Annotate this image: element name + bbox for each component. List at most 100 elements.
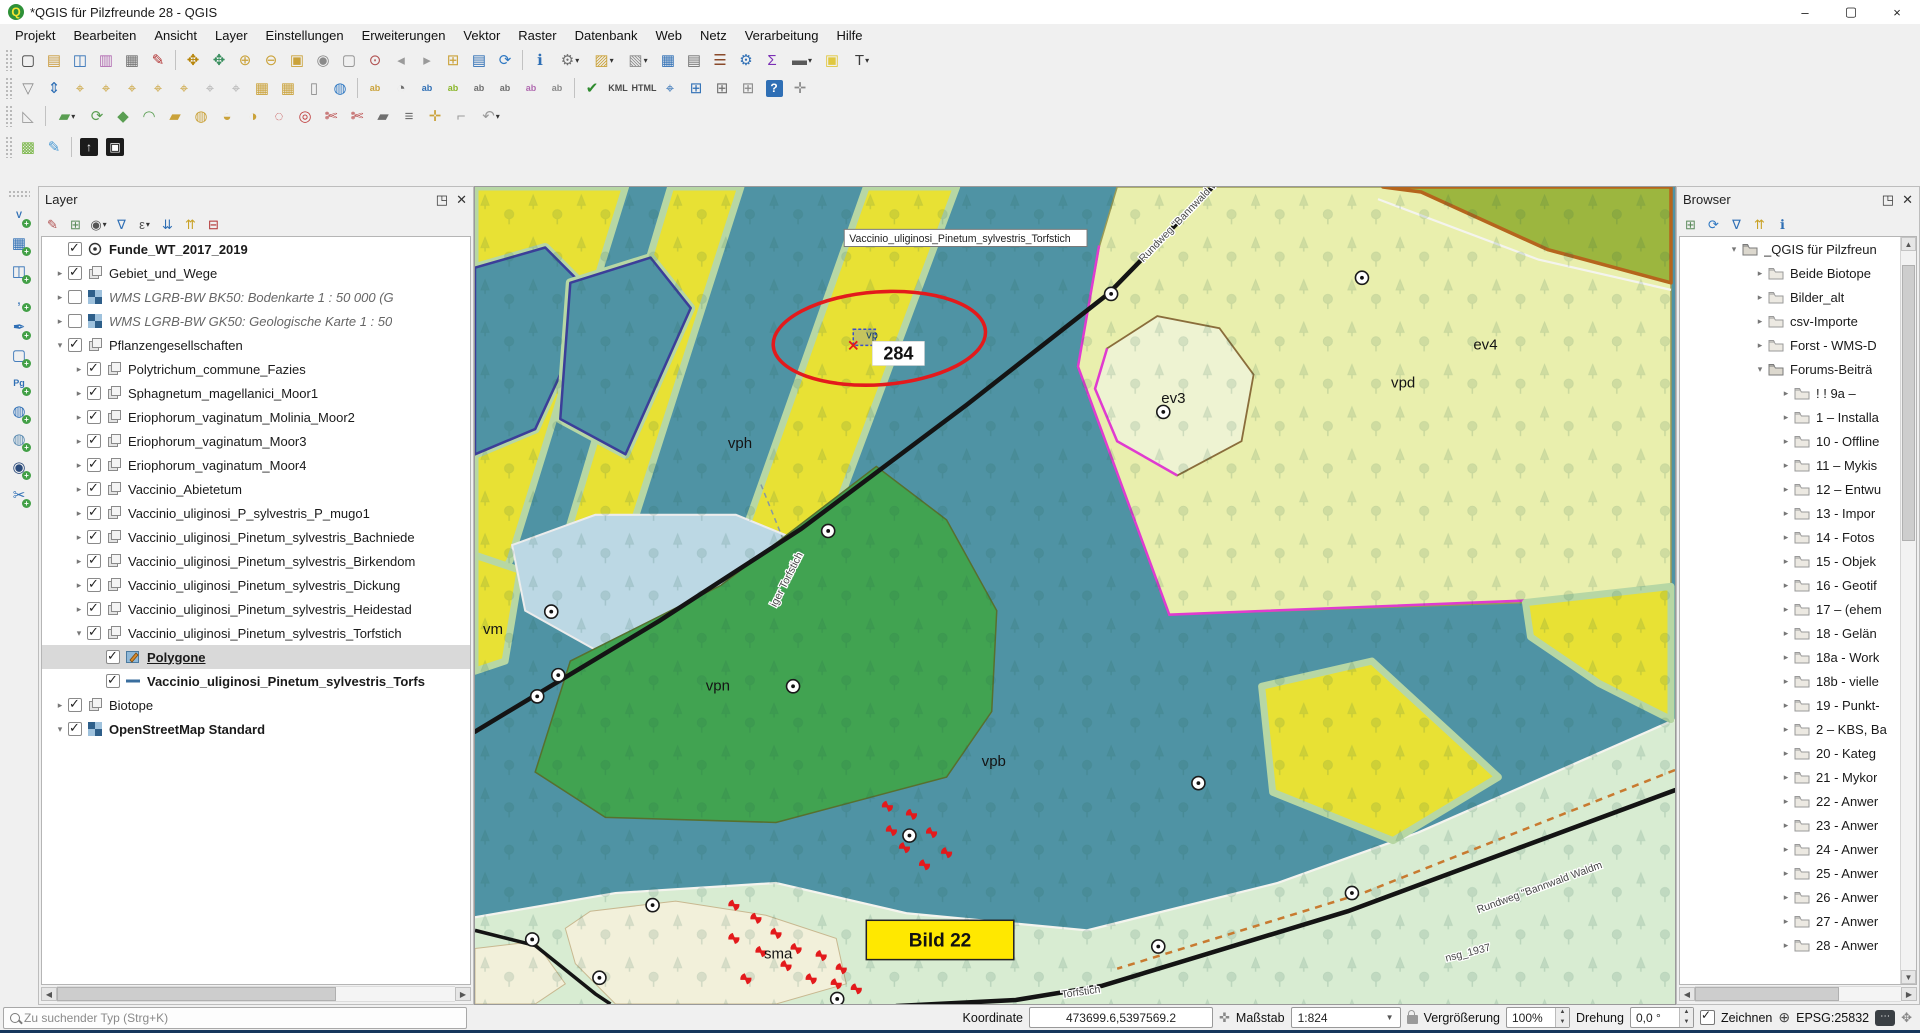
- close-panel-button[interactable]: ✕: [456, 193, 467, 206]
- layer-visibility-checkbox[interactable]: [87, 360, 101, 376]
- add-group-button[interactable]: ⊞: [65, 214, 86, 235]
- expander-icon[interactable]: ▸: [71, 436, 87, 447]
- tile-tool-a-button[interactable]: ▦: [250, 76, 274, 100]
- trim-extend-button[interactable]: ⌐: [449, 104, 473, 128]
- processing-toolbox-button[interactable]: ⚙: [734, 48, 758, 72]
- measure-button[interactable]: ▬ ▾: [786, 48, 818, 72]
- text-annotation-button[interactable]: T ▾: [846, 48, 878, 72]
- split-features-button[interactable]: ✄: [319, 104, 343, 128]
- layer-visibility-checkbox[interactable]: [87, 600, 101, 616]
- capture-coordinates-button[interactable]: ⌖: [658, 76, 682, 100]
- maximize-button[interactable]: ▢: [1828, 0, 1874, 24]
- open-attribute-table-button[interactable]: ▦: [656, 48, 680, 72]
- expander-icon[interactable]: ▸: [71, 412, 87, 423]
- layer-item-sphagnetum-magellanici-moor1[interactable]: ▸ Sphagnetum_magellanici_Moor1: [42, 381, 470, 405]
- toolbar-grip[interactable]: [5, 77, 12, 99]
- browser-item-27-anwer[interactable]: ▸ 27 - Anwer: [1680, 909, 1916, 933]
- layer-item-wms-lgrb-bw-bk50-bodenkarte-1-50-000-g[interactable]: ▸ WMS LGRB-BW BK50: Bodenkarte 1 : 50 000…: [42, 285, 470, 309]
- expander-icon[interactable]: ▸: [1778, 676, 1794, 687]
- add-raster-layer-button[interactable]: ▦: [7, 231, 31, 256]
- extents-toggle-icon[interactable]: ✜: [1219, 1010, 1230, 1026]
- menu-layer[interactable]: Layer: [206, 26, 257, 45]
- add-part-button[interactable]: ◒: [215, 104, 239, 128]
- layer-item-vaccinio-uliginosi-p-sylvestris-p-mugo1[interactable]: ▸ Vaccinio_uliginosi_P_sylvestris_P_mugo1: [42, 501, 470, 525]
- filter-by-expression-button[interactable]: ε ▾: [134, 214, 155, 235]
- crosshair-tool-button[interactable]: ✛: [788, 76, 812, 100]
- map-canvas[interactable]: vphvmvpnvpbev3ev4vpdsmaRundweg "Bannwald…: [475, 187, 1675, 1004]
- map-theme-osm-button[interactable]: ▩: [16, 135, 40, 159]
- coordinate-input[interactable]: 473699.6,5397569.2: [1029, 1007, 1214, 1028]
- expander-icon[interactable]: ▸: [1778, 868, 1794, 879]
- locator-search-input[interactable]: Zu suchender Typ (Strg+K): [3, 1006, 467, 1029]
- browser-item-26-anwer[interactable]: ▸ 26 - Anwer: [1680, 885, 1916, 909]
- new-project-button[interactable]: ▢: [16, 48, 40, 72]
- expander-icon[interactable]: ▸: [1778, 532, 1794, 543]
- minimize-button[interactable]: –: [1782, 0, 1828, 24]
- lock-scale-icon[interactable]: [1406, 1010, 1418, 1024]
- layer-item-gebiet-und-wege[interactable]: ▸ Gebiet_und_Wege: [42, 261, 470, 285]
- layer-item-vaccinio-uliginosi-pinetum-sylvestris-ba[interactable]: ▸ Vaccinio_uliginosi_Pinetum_sylvestris_B…: [42, 525, 470, 549]
- globe-sync-button[interactable]: ◍: [328, 76, 352, 100]
- attribute-grid-button[interactable]: ⊞: [684, 76, 708, 100]
- expander-icon[interactable]: ▸: [1778, 916, 1794, 927]
- layer-item-vaccinio-uliginosi-pinetum-sylvestris-he[interactable]: ▸ Vaccinio_uliginosi_Pinetum_sylvestris_H…: [42, 597, 470, 621]
- expander-icon[interactable]: ▸: [1778, 580, 1794, 591]
- menu-ansicht[interactable]: Ansicht: [145, 26, 206, 45]
- browser-item-24-anwer[interactable]: ▸ 24 - Anwer: [1680, 837, 1916, 861]
- browser-vscrollbar[interactable]: ▲ ▼: [1900, 237, 1916, 984]
- menu-raster[interactable]: Raster: [509, 26, 565, 45]
- expander-icon[interactable]: ▸: [1778, 796, 1794, 807]
- toolbar-grip[interactable]: [8, 190, 30, 197]
- layer-visibility-checkbox[interactable]: [87, 480, 101, 496]
- zoom-native-button[interactable]: ⊙: [363, 48, 387, 72]
- scale-feature-button[interactable]: ◆: [111, 104, 135, 128]
- layer-item-vaccinio-abietetum[interactable]: ▸ Vaccinio_Abietetum: [42, 477, 470, 501]
- layer-visibility-checkbox[interactable]: [87, 576, 101, 592]
- import-geotagged-photos-button[interactable]: ↑: [77, 135, 101, 159]
- expander-icon[interactable]: ▸: [1778, 460, 1794, 471]
- layer-item-wms-lgrb-bw-gk50-geologische-karte-1-50[interactable]: ▸ WMS LGRB-BW GK50: Geologische Karte 1 :…: [42, 309, 470, 333]
- pin-labels-button[interactable]: ab: [415, 76, 439, 100]
- notes-tool-button[interactable]: ▯: [302, 76, 326, 100]
- menu-verarbeitung[interactable]: Verarbeitung: [736, 26, 828, 45]
- offset-curve-button[interactable]: ◠: [137, 104, 161, 128]
- render-checkbox[interactable]: [1699, 1008, 1715, 1025]
- expander-icon[interactable]: ▸: [1778, 484, 1794, 495]
- rotate-feature-button[interactable]: ⟳: [85, 104, 109, 128]
- add-postgis-layer-button[interactable]: Pg: [7, 371, 31, 396]
- collapse-all-browser-button[interactable]: ⇈: [1749, 214, 1770, 235]
- zoom-to-selection-button[interactable]: ◉: [311, 48, 335, 72]
- pivot-grid-button[interactable]: ⊞: [736, 76, 760, 100]
- stream-digitizing-button[interactable]: ⌖: [172, 76, 196, 100]
- expander-icon[interactable]: ▾: [71, 628, 87, 639]
- scroll-up-arrow[interactable]: ▲: [1901, 237, 1916, 251]
- layer-visibility-checkbox[interactable]: [68, 314, 82, 328]
- move-selection-button[interactable]: ⇕: [42, 76, 66, 100]
- expand-all-button[interactable]: ⇊: [157, 214, 178, 235]
- crs-globe-icon[interactable]: ⊕: [1778, 1009, 1790, 1026]
- layer-visibility-checkbox[interactable]: [87, 528, 101, 544]
- browser-item-10-offline[interactable]: ▸ 10 - Offline: [1680, 429, 1916, 453]
- zoom-last-button[interactable]: ◂: [389, 48, 413, 72]
- delete-part-button[interactable]: ◎: [293, 104, 317, 128]
- kml-tools-button[interactable]: KML: [606, 76, 630, 100]
- browser-item-forst-wms-d[interactable]: ▸ Forst - WMS-D: [1680, 333, 1916, 357]
- expander-icon[interactable]: ▸: [1752, 268, 1768, 279]
- layer-visibility-checkbox[interactable]: [68, 336, 82, 352]
- layer-item-eriophorum-vaginatum-moor4[interactable]: ▸ Eriophorum_vaginatum_Moor4: [42, 453, 470, 477]
- expander-icon[interactable]: ▸: [71, 604, 87, 615]
- add-mesh-layer-button[interactable]: ◫: [7, 259, 31, 284]
- expander-icon[interactable]: ▸: [1778, 940, 1794, 951]
- add-xyz-layer-button[interactable]: ◍: [7, 427, 31, 452]
- menu-hilfe[interactable]: Hilfe: [827, 26, 871, 45]
- scroll-thumb[interactable]: [57, 987, 336, 1001]
- float-panel-button[interactable]: ◳: [1882, 193, 1894, 206]
- expander-icon[interactable]: ▾: [1726, 244, 1742, 255]
- map-tips-button[interactable]: ▣: [820, 48, 844, 72]
- menu-datenbank[interactable]: Datenbank: [566, 26, 647, 45]
- layer-item-vaccinio-uliginosi-pinetum-sylvestris-di[interactable]: ▸ Vaccinio_uliginosi_Pinetum_sylvestris_D…: [42, 573, 470, 597]
- browser-item-17-ehem[interactable]: ▸ 17 – (ehem: [1680, 597, 1916, 621]
- expander-icon[interactable]: ▸: [71, 508, 87, 519]
- check-validity-button[interactable]: ✔: [580, 76, 604, 100]
- pointer-icon[interactable]: ✥: [1901, 1010, 1912, 1026]
